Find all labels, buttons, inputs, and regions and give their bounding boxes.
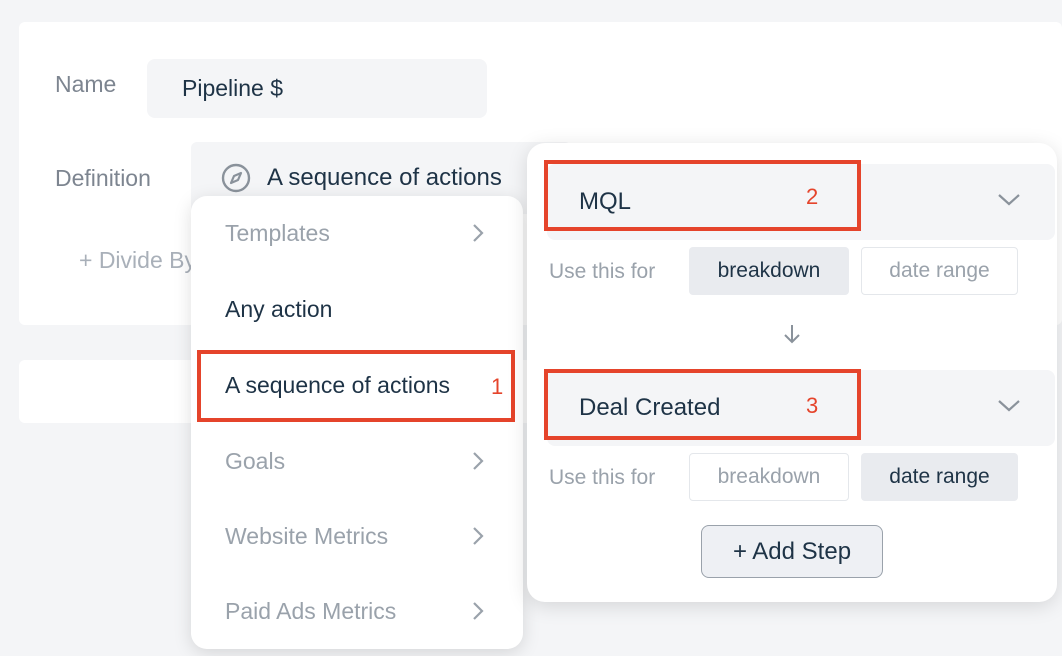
menu-item-label: Website Metrics bbox=[225, 522, 389, 549]
name-label: Name bbox=[55, 71, 117, 97]
chevron-right-icon bbox=[473, 527, 484, 545]
step-1-breakdown-toggle[interactable]: breakdown bbox=[689, 247, 849, 295]
menu-item-label: Any action bbox=[225, 295, 333, 322]
compass-icon bbox=[221, 163, 251, 193]
menu-item-label: Paid Ads Metrics bbox=[225, 597, 397, 624]
step-1-date-range-toggle[interactable]: date range bbox=[861, 247, 1018, 295]
use-for-label: Use this for bbox=[549, 466, 656, 489]
step-2-date-range-toggle[interactable]: date range bbox=[861, 453, 1018, 501]
definition-value: A sequence of actions bbox=[267, 164, 502, 191]
menu-item-website-metrics[interactable]: Website Metrics bbox=[225, 516, 485, 556]
definition-menu: Templates Any action A sequence of actio… bbox=[191, 196, 523, 649]
annotation-number-1: 1 bbox=[491, 374, 504, 399]
step-2-breakdown-toggle[interactable]: breakdown bbox=[689, 453, 849, 501]
menu-item-paid-ads-metrics[interactable]: Paid Ads Metrics bbox=[225, 591, 485, 631]
menu-item-label: Goals bbox=[225, 447, 286, 474]
annotation-number-3: 3 bbox=[806, 393, 819, 418]
annotation-number-2: 2 bbox=[806, 184, 819, 209]
definition-label: Definition bbox=[55, 165, 151, 191]
chevron-down-icon bbox=[998, 194, 1020, 206]
menu-item-templates[interactable]: Templates bbox=[225, 213, 485, 253]
name-input[interactable]: Pipeline $ bbox=[147, 59, 487, 118]
use-for-label: Use this for bbox=[549, 260, 656, 283]
arrow-down-icon bbox=[784, 325, 800, 344]
add-step-button[interactable]: + Add Step bbox=[701, 525, 883, 578]
menu-item-any-action[interactable]: Any action bbox=[225, 289, 485, 329]
menu-item-label: Templates bbox=[225, 219, 330, 246]
annotation-box-1 bbox=[197, 350, 515, 422]
chevron-down-icon bbox=[998, 400, 1020, 412]
chevron-right-icon bbox=[473, 602, 484, 620]
chevron-right-icon bbox=[473, 452, 484, 470]
chevron-right-icon bbox=[473, 224, 484, 242]
menu-item-goals[interactable]: Goals bbox=[225, 441, 485, 481]
divide-by-button[interactable]: + Divide By bbox=[79, 247, 199, 274]
